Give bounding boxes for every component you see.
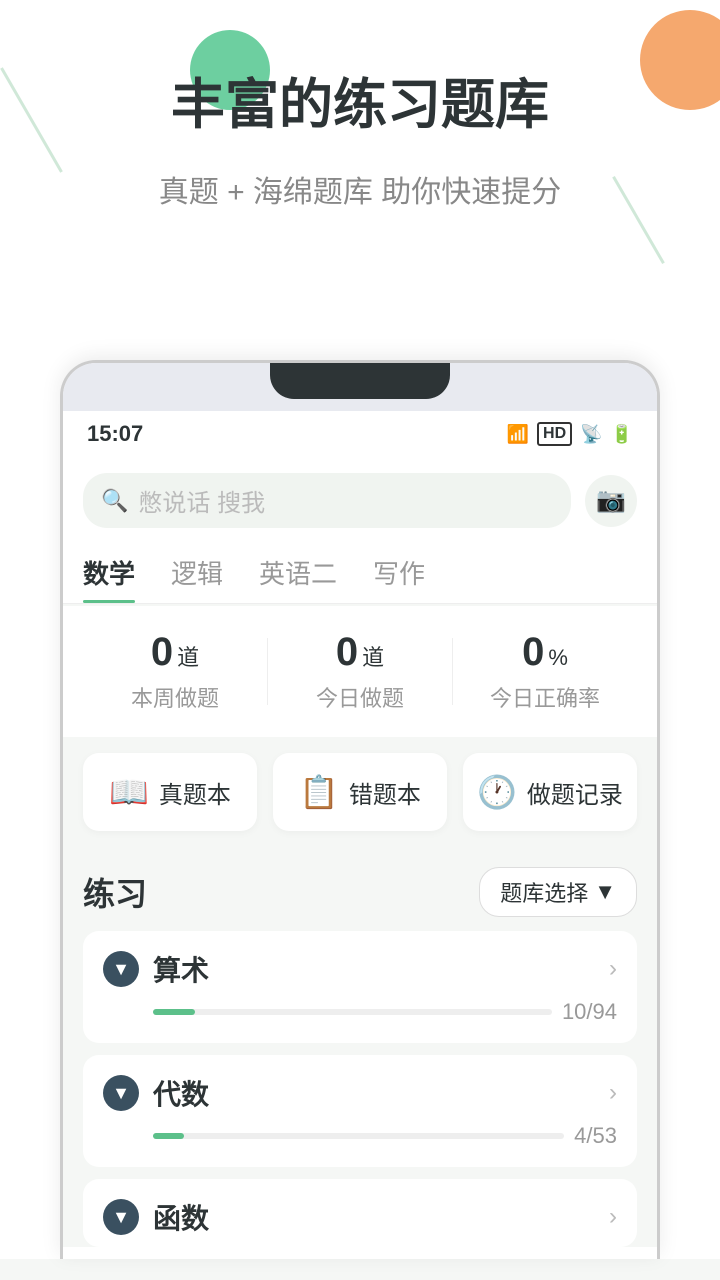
topic-progress-row-arithmetic: 10/94 [103, 999, 617, 1025]
tab-writing[interactable]: 写作 [373, 554, 425, 603]
history-button[interactable]: 🕐 做题记录 [463, 753, 637, 831]
practice-section: 练习 题库选择 ▼ ▼ 算术 › [63, 847, 657, 1247]
stat-daily-value: 0 [336, 630, 358, 675]
phone-frame: 15:07 📶 HD 📡 🔋 🔍 憋说话 搜我 📷 [60, 360, 660, 1259]
topic-item-algebra[interactable]: ▼ 代数 › 4/53 [83, 1055, 637, 1167]
chevron-down-icon: ▼ [112, 959, 130, 980]
signal-icon: 📡 [580, 424, 602, 445]
topic-toggle-function[interactable]: ▼ [103, 1199, 139, 1235]
topic-select-button[interactable]: 题库选择 ▼ [479, 867, 637, 917]
status-icons: 📶 HD 📡 🔋 [507, 422, 633, 446]
topic-item-function[interactable]: ▼ 函数 › [83, 1179, 637, 1247]
topic-left-arithmetic: ▼ 算术 [103, 949, 209, 989]
error-book-icon: 📋 [299, 773, 339, 811]
hero-subtitle: 真题 + 海绵题库 助你快速提分 [40, 167, 680, 211]
stat-accuracy-unit: % [548, 645, 568, 671]
stat-weekly: 0 道 本周做题 [83, 630, 267, 713]
stat-weekly-value: 0 [151, 630, 173, 675]
search-placeholder-text: 憋说话 搜我 [138, 483, 265, 518]
topic-left-algebra: ▼ 代数 [103, 1073, 209, 1113]
topic-progress-fill-algebra [153, 1133, 184, 1139]
tab-bar: 数学 逻辑 英语二 写作 [63, 544, 657, 604]
topic-progress-fill-arithmetic [153, 1009, 195, 1015]
hero-section: 丰富的练习题库 真题 + 海绵题库 助你快速提分 [0, 0, 720, 330]
status-bar: 15:07 📶 HD 📡 🔋 [63, 411, 657, 457]
topic-progress-bar-algebra [153, 1133, 564, 1139]
tab-math[interactable]: 数学 [83, 554, 135, 603]
search-input-wrap[interactable]: 🔍 憋说话 搜我 [83, 473, 571, 528]
hero-title: 丰富的练习题库 [40, 60, 680, 139]
camera-icon: 📷 [596, 486, 626, 515]
topic-arrow-algebra: › [609, 1079, 617, 1107]
stat-accuracy-value: 0 [522, 630, 544, 675]
stat-accuracy: 0 % 今日正确率 [453, 630, 637, 713]
stat-accuracy-label: 今日正确率 [453, 681, 637, 713]
stat-daily-unit: 道 [362, 640, 384, 672]
topic-arrow-function: › [609, 1203, 617, 1231]
stats-row: 0 道 本周做题 0 道 今日做题 0 % [63, 606, 657, 737]
topic-toggle-arithmetic[interactable]: ▼ [103, 951, 139, 987]
topic-select-label: 题库选择 [500, 876, 588, 908]
phone-notch [270, 363, 450, 399]
chevron-down-icon-2: ▼ [112, 1083, 130, 1104]
stat-weekly-unit: 道 [177, 640, 199, 672]
topic-left-function: ▼ 函数 [103, 1197, 209, 1237]
phone-notch-bar [63, 363, 657, 411]
dropdown-icon: ▼ [594, 879, 616, 905]
topic-item-arithmetic[interactable]: ▼ 算术 › 10/94 [83, 931, 637, 1043]
topic-arrow-arithmetic: › [609, 955, 617, 983]
topic-name-arithmetic: 算术 [153, 949, 209, 989]
practice-header: 练习 题库选择 ▼ [83, 847, 637, 931]
topic-name-function: 函数 [153, 1197, 209, 1237]
chevron-down-icon-3: ▼ [112, 1207, 130, 1228]
stat-daily-label: 今日做题 [268, 681, 452, 713]
topic-header-arithmetic: ▼ 算术 › [103, 949, 617, 989]
status-time: 15:07 [87, 421, 143, 447]
stat-daily: 0 道 今日做题 [268, 630, 452, 713]
topic-progress-text-arithmetic: 10/94 [562, 999, 617, 1025]
wrong-exam-label: 错题本 [349, 775, 421, 810]
wifi-icon: 📶 [507, 424, 529, 445]
phone-inner: 15:07 📶 HD 📡 🔋 🔍 憋说话 搜我 📷 [63, 411, 657, 1247]
camera-button[interactable]: 📷 [585, 475, 637, 527]
topic-name-algebra: 代数 [153, 1073, 209, 1113]
tab-logic[interactable]: 逻辑 [171, 554, 223, 603]
wrong-exam-button[interactable]: 📋 错题本 [273, 753, 447, 831]
topic-progress-row-algebra: 4/53 [103, 1123, 617, 1149]
search-icon: 🔍 [101, 488, 128, 514]
book-icon: 📖 [109, 773, 149, 811]
battery-icon: 🔋 [611, 424, 633, 445]
hd-icon: HD [537, 422, 572, 446]
practice-title: 练习 [83, 869, 147, 915]
search-area: 🔍 憋说话 搜我 📷 [63, 457, 657, 544]
topic-header-algebra: ▼ 代数 › [103, 1073, 617, 1113]
phone-container: 15:07 📶 HD 📡 🔋 🔍 憋说话 搜我 📷 [0, 330, 720, 1259]
real-exam-button[interactable]: 📖 真题本 [83, 753, 257, 831]
tab-english2[interactable]: 英语二 [259, 554, 337, 603]
topic-progress-text-algebra: 4/53 [574, 1123, 617, 1149]
topic-progress-bar-arithmetic [153, 1009, 552, 1015]
topic-header-function: ▼ 函数 › [103, 1197, 617, 1237]
action-buttons-row: 📖 真题本 📋 错题本 🕐 做题记录 [63, 737, 657, 847]
history-label: 做题记录 [527, 775, 623, 810]
topic-toggle-algebra[interactable]: ▼ [103, 1075, 139, 1111]
clock-icon: 🕐 [477, 773, 517, 811]
stat-weekly-label: 本周做题 [83, 681, 267, 713]
real-exam-label: 真题本 [159, 775, 231, 810]
